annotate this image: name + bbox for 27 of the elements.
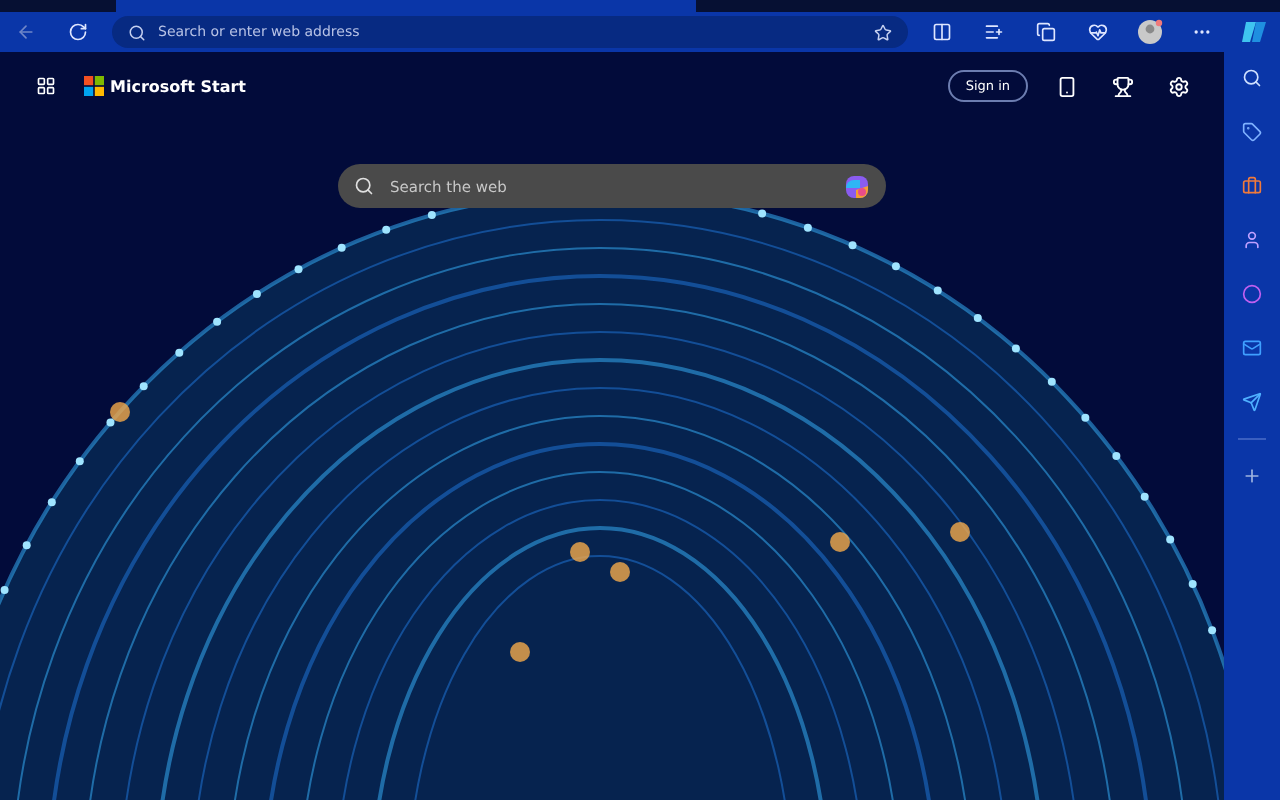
copilot-logo-icon (1240, 20, 1268, 44)
search-icon (354, 176, 374, 196)
paper-plane-icon (1242, 392, 1262, 412)
profile-avatar-button[interactable] (1132, 14, 1168, 50)
add-icon (1242, 466, 1262, 486)
avatar-icon (1136, 18, 1164, 46)
refresh-icon (68, 22, 88, 42)
apps-grid-icon (36, 76, 56, 96)
phone-icon (1055, 75, 1077, 97)
person-icon (1242, 230, 1262, 250)
back-arrow-icon (16, 22, 36, 42)
colorful-logo-icon[interactable] (844, 173, 870, 199)
briefcase-icon (1242, 176, 1262, 196)
heart-pulse-icon (1088, 22, 1108, 42)
tag-icon (1242, 122, 1262, 142)
mail-icon (1242, 338, 1262, 358)
settings-icon (1167, 75, 1189, 97)
search-icon (128, 23, 146, 41)
ring-icon (1242, 284, 1262, 304)
trophy-icon (1111, 75, 1133, 97)
brand-name: Microsoft Start (110, 77, 246, 95)
search-icon (1242, 68, 1262, 88)
favorites-icon (984, 22, 1004, 42)
four-squares-logo-icon (84, 76, 104, 96)
collections-icon (1036, 22, 1056, 42)
split-screen-icon (932, 22, 952, 42)
star-icon[interactable] (874, 23, 892, 41)
